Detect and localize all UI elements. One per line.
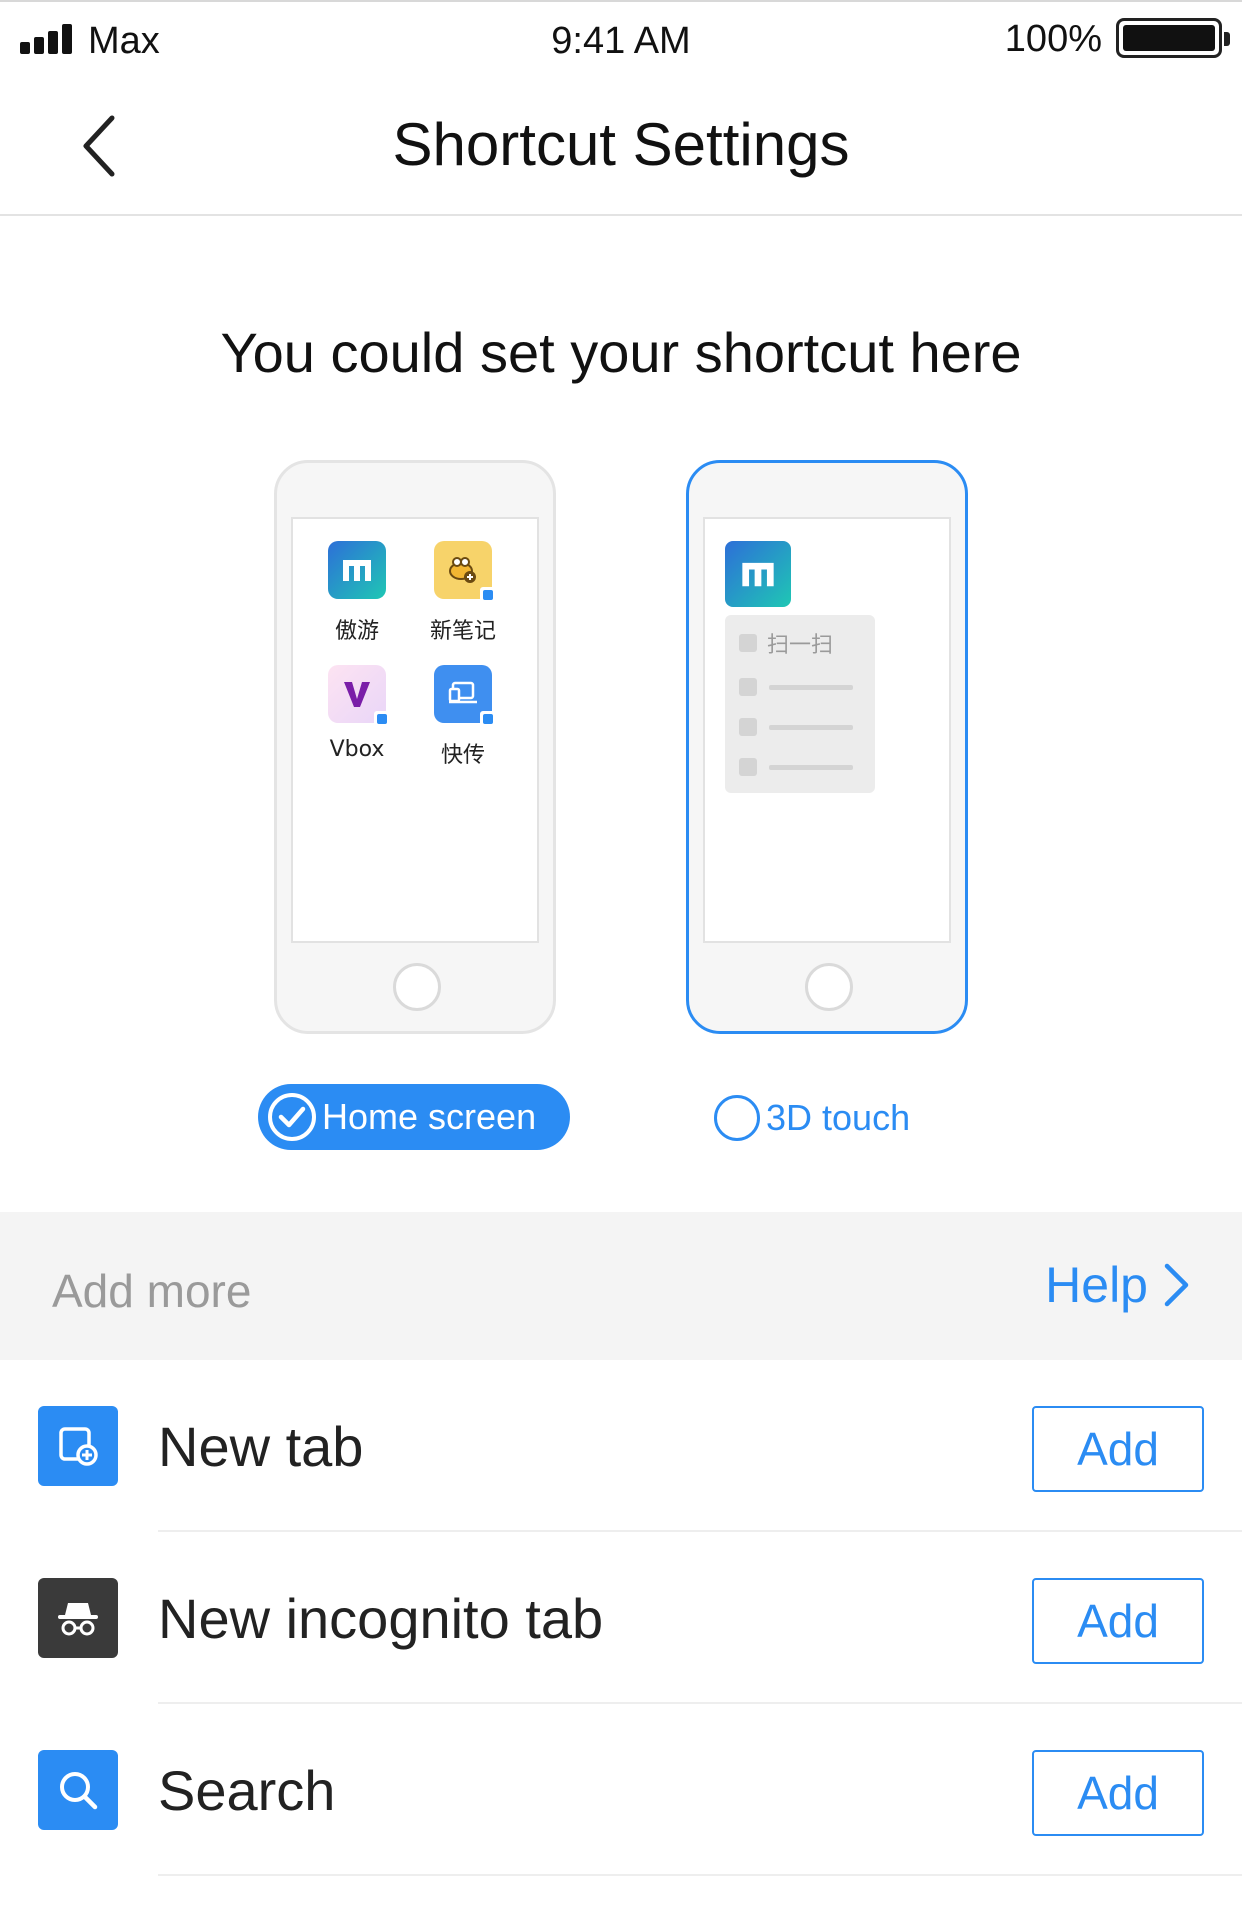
- phone-home-button: [805, 963, 853, 1011]
- headline: You could set your shortcut here: [220, 321, 1022, 384]
- app-shortcut: 傲游: [317, 541, 397, 645]
- section-title: Add more: [52, 1265, 252, 1317]
- checkmark-icon: [268, 1093, 316, 1141]
- phone-screen: 扫一扫: [703, 517, 951, 943]
- quick-action-label: 扫一扫: [767, 633, 834, 658]
- page-title: Shortcut Settings: [392, 111, 850, 178]
- shortcut-label: Search: [158, 1759, 336, 1822]
- help-label: Help: [1045, 1257, 1148, 1313]
- app-shortcut: 新笔记: [423, 541, 503, 645]
- shortcut-row-search: Search Add: [0, 1704, 1242, 1876]
- 3d-touch-option[interactable]: 3D touch: [714, 1092, 910, 1144]
- app-label: 快传: [440, 743, 485, 768]
- chevron-right-icon: [1162, 1260, 1202, 1310]
- app-label: 傲游: [334, 619, 379, 644]
- help-link[interactable]: Help: [1045, 1256, 1202, 1314]
- radio-unchecked-icon: [714, 1095, 760, 1141]
- home-screen-option[interactable]: Home screen: [258, 1084, 570, 1150]
- home-screen-preview[interactable]: 傲游 新笔记 Vbox 快传: [274, 460, 556, 1034]
- search-icon: [38, 1750, 118, 1830]
- shortcut-row-new-tab: New tab Add: [0, 1360, 1242, 1532]
- incognito-icon: [38, 1578, 118, 1658]
- file-transfer-icon: [434, 665, 496, 727]
- app-label: Vbox: [329, 737, 385, 762]
- shortcut-label: New tab: [158, 1415, 364, 1478]
- shortcut-label: New incognito tab: [158, 1587, 604, 1650]
- add-new-tab-button[interactable]: Add: [1032, 1406, 1204, 1492]
- new-tab-icon: [38, 1406, 118, 1486]
- phone-screen: 傲游 新笔记 Vbox 快传: [291, 517, 539, 943]
- quick-action-menu: 扫一扫: [725, 615, 875, 793]
- navigation-bar: Shortcut Settings: [0, 80, 1242, 216]
- add-incognito-tab-button[interactable]: Add: [1032, 1578, 1204, 1664]
- app-shortcut: Vbox: [317, 665, 397, 762]
- notes-bee-icon: [434, 541, 496, 603]
- 3d-touch-option-label: 3D touch: [766, 1097, 911, 1138]
- app-label: 新笔记: [429, 619, 496, 644]
- status-bar: Max 9:41 AM 100%: [0, 0, 1242, 80]
- battery-percentage: 100%: [1004, 18, 1102, 60]
- battery-icon: [1116, 18, 1230, 58]
- 3d-touch-preview[interactable]: 扫一扫: [686, 460, 968, 1034]
- phone-home-button: [393, 963, 441, 1011]
- app-shortcut: 快传: [423, 665, 503, 769]
- vbox-icon: [328, 665, 390, 727]
- shortcut-row-incognito: New incognito tab Add: [0, 1532, 1242, 1704]
- add-search-button[interactable]: Add: [1032, 1750, 1204, 1836]
- add-more-section-header: Add more Help: [0, 1212, 1242, 1360]
- home-screen-option-label: Home screen: [322, 1096, 537, 1137]
- maxthon-logo-icon: [725, 541, 791, 607]
- maxthon-logo-icon: [328, 541, 386, 599]
